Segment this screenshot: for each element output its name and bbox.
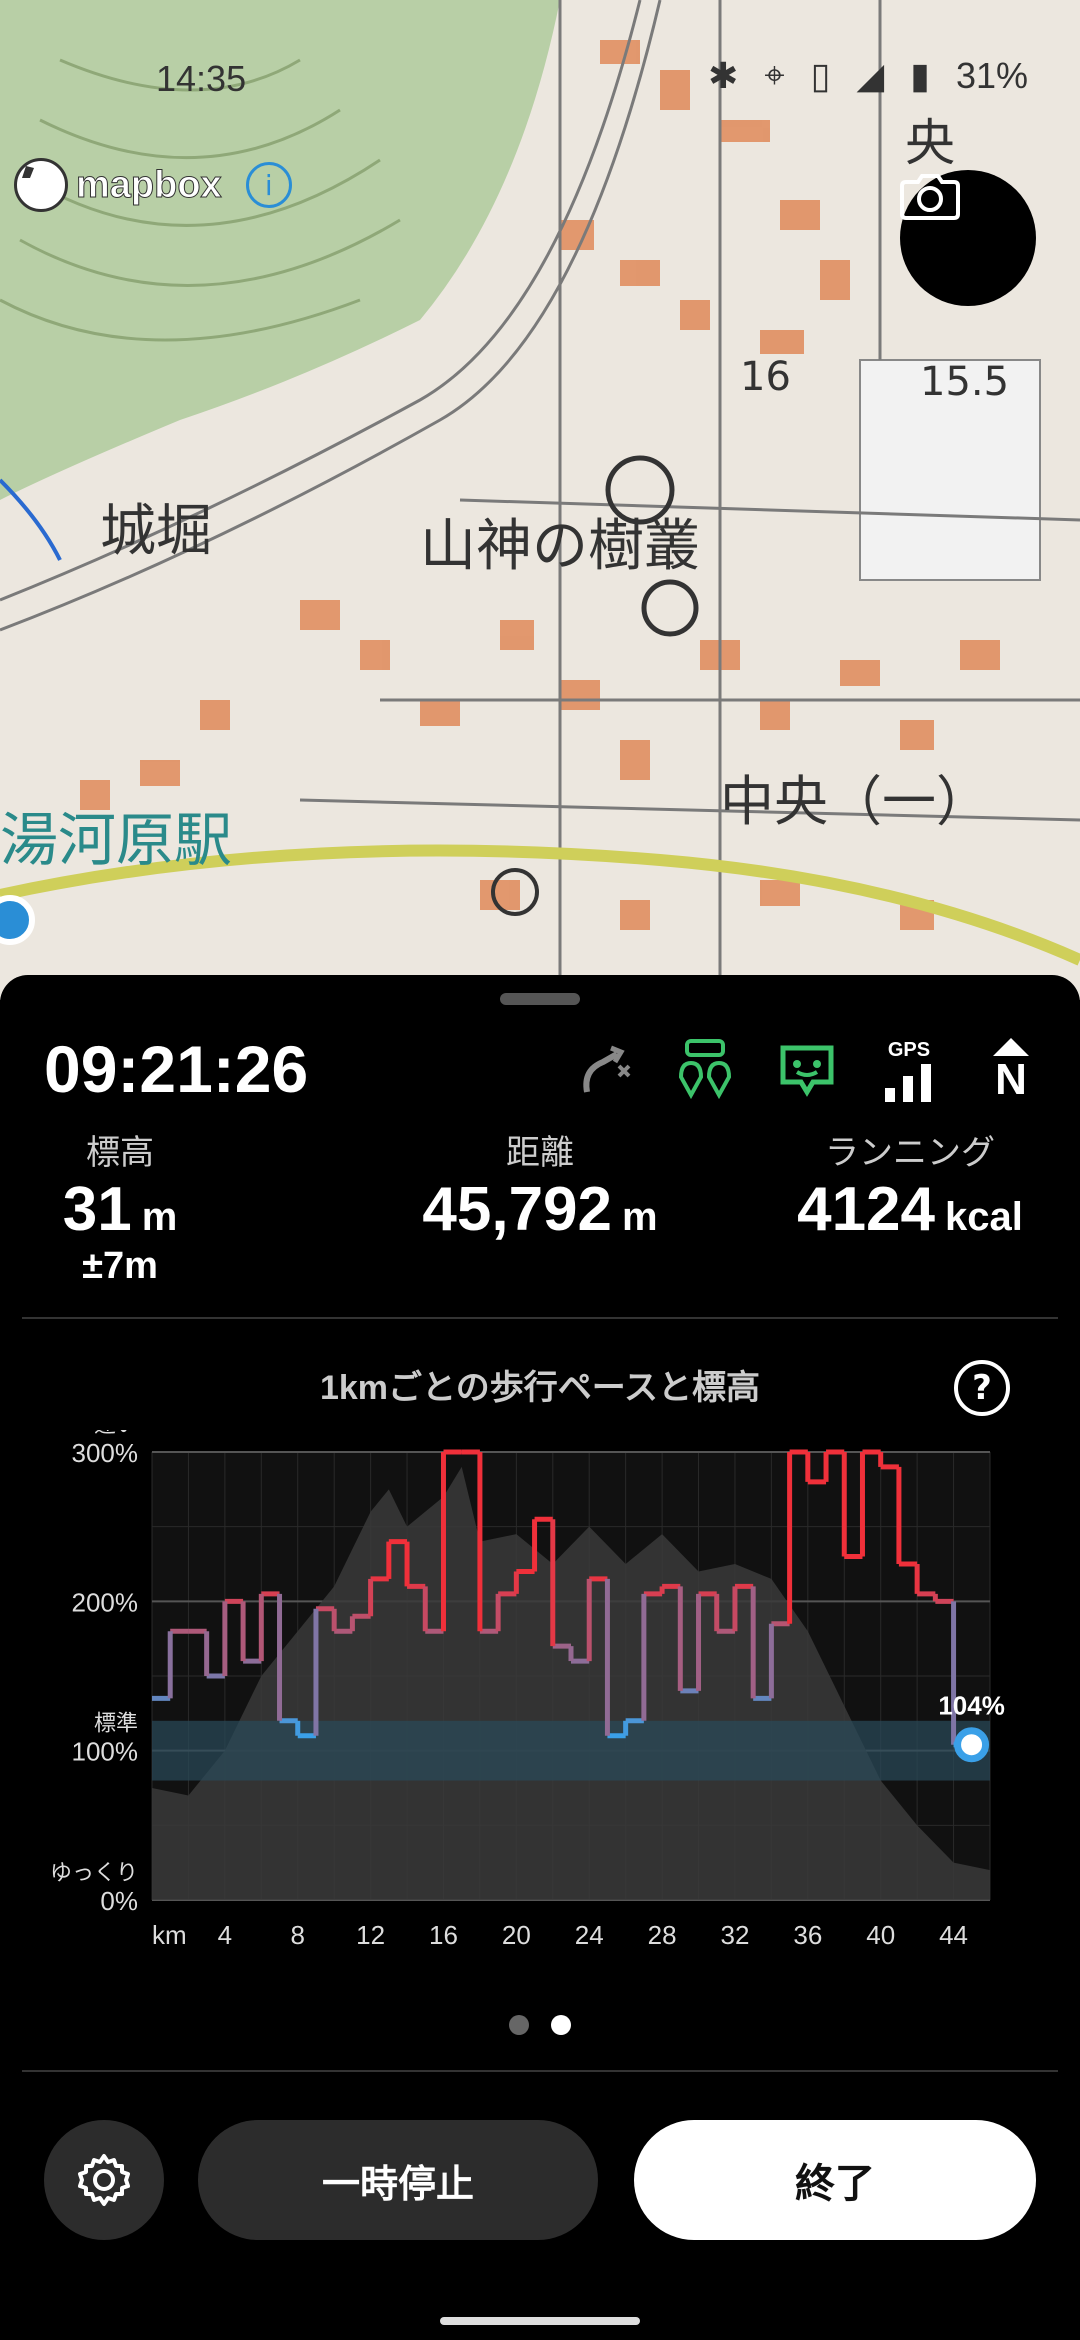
x-tick-label: 28	[648, 1920, 677, 1950]
stat-calories: ランニング 4124 kcal	[760, 1125, 1060, 1245]
chat-face-icon[interactable]	[774, 1037, 840, 1103]
status-time: 14:35	[156, 58, 247, 99]
bottom-sheet[interactable]: 09:21:26 GPS N 標高 31 m ±7m 距離 45,792 m ランニ…	[0, 975, 1080, 2340]
map-view[interactable]: 城堀 山神の樹叢 湯河原駅 中央（一） 16 15.5 央 14:35 ✱ ⌖ …	[0, 0, 1080, 1000]
x-tick-label: 32	[720, 1920, 749, 1950]
battery-percent: 31%	[955, 54, 1028, 96]
camera-button[interactable]	[900, 170, 1036, 306]
status-bar: 14:35 ✱ ⌖ ▯ ◢ ▮ 31%	[0, 40, 1080, 100]
y-word-standard: 標準	[94, 1712, 138, 1737]
standard-pace-band	[152, 1720, 990, 1781]
page-indicator[interactable]	[0, 2015, 1080, 2035]
x-axis-label: km	[152, 1920, 187, 1950]
x-tick-label: 20	[502, 1920, 531, 1950]
divider	[22, 2070, 1058, 2072]
battery-icon: ▮	[910, 54, 930, 96]
stat-elevation: 標高 31 m ±7m	[40, 1125, 200, 1288]
gps-signal-icon: GPS	[876, 1037, 942, 1103]
home-indicator[interactable]	[440, 2317, 640, 2325]
map-pin-track-icon[interactable]	[672, 1037, 738, 1103]
mapbox-attribution[interactable]: mapbox i	[14, 158, 292, 212]
y-word-slow: ゆっくり	[50, 1861, 138, 1886]
map-label-height2: 15.5	[920, 359, 1009, 405]
x-tick-label: 24	[575, 1920, 604, 1950]
stat-unit: kcal	[945, 1195, 1023, 1239]
current-pace-label: 104%	[938, 1691, 1005, 1721]
y-tick-label: 0%	[100, 1886, 138, 1916]
map-label-height1: 16	[740, 354, 791, 400]
stat-label: 距離	[506, 1134, 574, 1172]
x-tick-label: 16	[429, 1920, 458, 1950]
x-tick-label: 40	[866, 1920, 895, 1950]
gps-label: GPS	[887, 1038, 931, 1061]
current-pace-marker	[954, 1727, 990, 1763]
x-tick-label: 8	[291, 1920, 305, 1950]
route-off-icon[interactable]	[570, 1037, 636, 1103]
stat-value: 45,792	[422, 1175, 613, 1244]
stat-unit: m	[622, 1195, 658, 1239]
mapbox-wordmark: mapbox	[76, 163, 223, 206]
compass-north-icon[interactable]: N	[978, 1037, 1044, 1103]
end-button[interactable]: 終了	[634, 2120, 1036, 2240]
pace-elevation-chart: 104% 300% 200% 100% 0% 速い標準ゆっくり km 4 8 12 16 20 24 28…	[50, 1430, 1005, 1950]
stat-value: 4124	[797, 1175, 936, 1244]
divider	[22, 1317, 1058, 1319]
vibrate-icon: ▯	[810, 54, 831, 96]
y-tick-label: 100%	[72, 1737, 139, 1767]
y-tick-label: 300%	[72, 1438, 139, 1468]
stat-unit: m	[141, 1195, 178, 1239]
camera-icon	[900, 174, 960, 220]
map-label-kanji: 央	[905, 114, 955, 172]
mapbox-logo-icon	[14, 158, 68, 212]
info-icon[interactable]: i	[245, 162, 292, 208]
map-label-district: 中央（一）	[720, 770, 990, 833]
page-dot-1[interactable]	[509, 2015, 529, 2035]
stat-label: ランニング	[825, 1134, 995, 1172]
y-tick-label: 200%	[72, 1587, 139, 1617]
location-icon: ⌖	[764, 54, 785, 95]
gear-icon	[78, 2154, 130, 2206]
x-tick-label: 44	[939, 1920, 968, 1950]
elapsed-time: 09:21:26	[44, 1032, 309, 1106]
pause-button[interactable]: 一時停止	[198, 2120, 598, 2240]
help-button[interactable]: ?	[954, 1360, 1010, 1416]
map-label-station: 湯河原駅	[0, 806, 232, 874]
x-tick-label: 36	[793, 1920, 822, 1950]
north-label: N	[995, 1055, 1027, 1104]
x-tick-label: 12	[356, 1920, 385, 1950]
control-bar: 一時停止 終了	[0, 2120, 1080, 2240]
help-icon: ?	[972, 1368, 992, 1408]
stat-accuracy: ±7m	[82, 1245, 158, 1287]
x-tick-label: 4	[218, 1920, 232, 1950]
chart-title: 1kmごとの歩行ペースと標高	[319, 1369, 760, 1407]
stat-value: 31	[62, 1175, 132, 1244]
stat-distance: 距離 45,792 m	[380, 1125, 700, 1245]
page-dot-2[interactable]	[551, 2015, 571, 2035]
y-word-fast: 速い	[94, 1430, 138, 1438]
settings-button[interactable]	[44, 2120, 164, 2240]
bluetooth-icon: ✱	[708, 54, 739, 96]
map-label-place2: 山神の樹叢	[420, 514, 700, 579]
stat-label: 標高	[86, 1134, 154, 1172]
sheet-drag-handle[interactable]	[500, 993, 580, 1005]
signal-icon: ◢	[856, 54, 885, 96]
map-tiles: 城堀 山神の樹叢 湯河原駅 中央（一） 16 15.5 央	[0, 0, 1080, 1000]
map-label-place1: 城堀	[100, 499, 212, 564]
